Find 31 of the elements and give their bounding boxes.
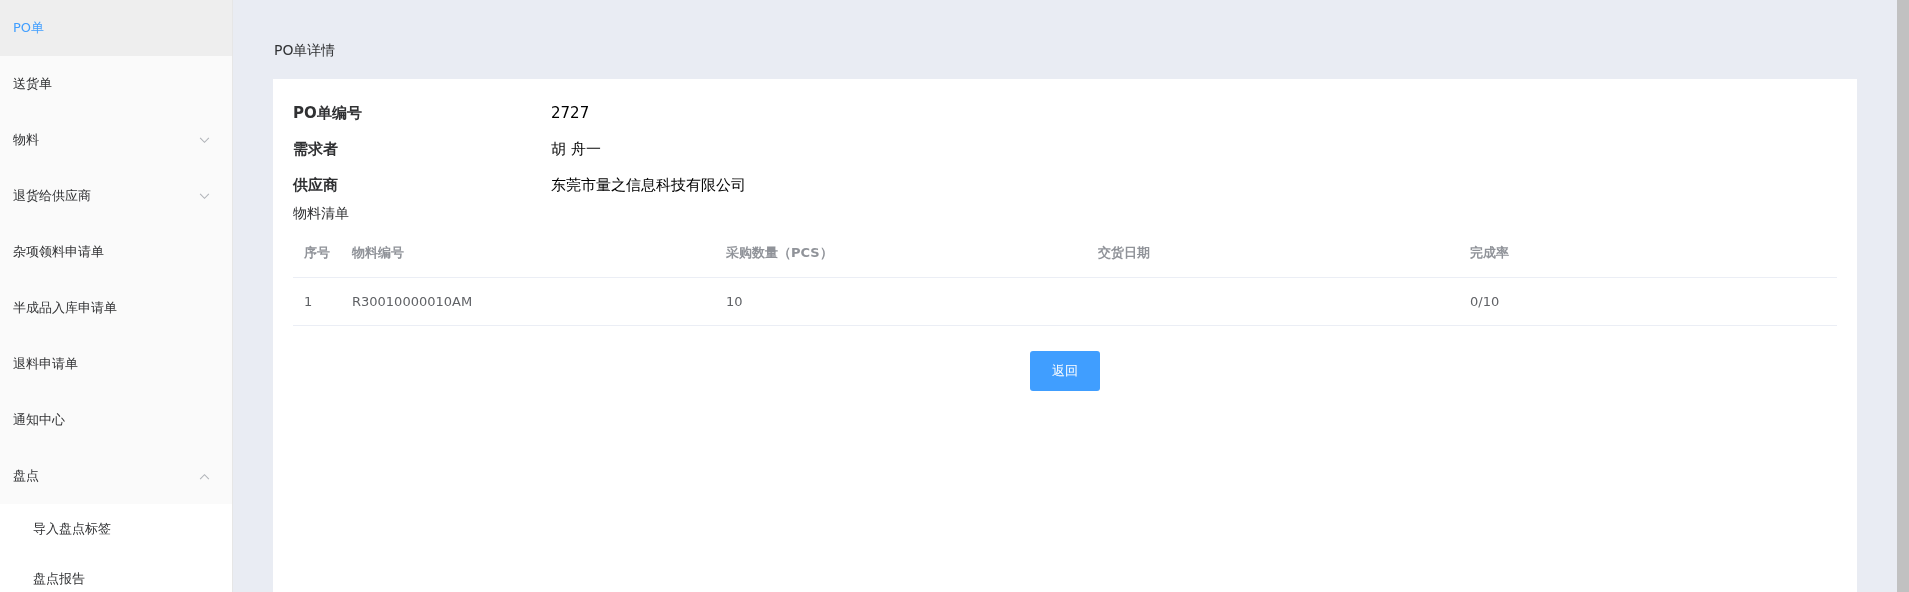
sidebar-item[interactable]: 通知中心: [0, 392, 232, 448]
table-cell: 10: [715, 277, 1087, 326]
sidebar-item[interactable]: 退货给供应商: [0, 168, 232, 224]
sidebar-subitem[interactable]: 导入盘点标签: [0, 504, 232, 554]
field-value: 东莞市量之信息科技有限公司: [551, 175, 746, 195]
sidebar-item[interactable]: 物料: [0, 112, 232, 168]
column-header: 物料编号: [341, 229, 715, 278]
table-cell: 1: [293, 277, 341, 326]
column-header: 完成率: [1459, 229, 1837, 278]
chevron-icon: [199, 136, 210, 144]
chevron-icon: [199, 472, 210, 480]
sidebar-item[interactable]: 盘点: [0, 448, 232, 504]
page-title: PO单详情: [274, 42, 337, 60]
sidebar-item[interactable]: 送货单: [0, 56, 232, 112]
sidebar-item[interactable]: 半成品入库申请单: [0, 280, 232, 336]
scrollbar[interactable]: [1897, 0, 1909, 592]
chevron-icon: [199, 192, 210, 200]
field-label: 供应商: [293, 175, 339, 195]
column-header: 交货日期: [1087, 229, 1459, 278]
field-label: PO单编号: [293, 103, 363, 123]
column-header: 序号: [293, 229, 341, 278]
table-cell: 0/10: [1459, 277, 1837, 326]
field-value: 2727: [551, 104, 590, 122]
sidebar-subitem[interactable]: 盘点报告: [0, 554, 232, 592]
sidebar-item[interactable]: 退料申请单: [0, 336, 232, 392]
field-label: 需求者: [293, 139, 339, 159]
field-value: 胡 舟一: [551, 139, 601, 159]
section-title: 物料清单: [293, 205, 350, 223]
sidebar-item[interactable]: 杂项领料申请单: [0, 224, 232, 280]
table-cell: R30010000010AM: [341, 277, 715, 326]
column-header: 采购数量（PCS）: [715, 229, 1087, 278]
